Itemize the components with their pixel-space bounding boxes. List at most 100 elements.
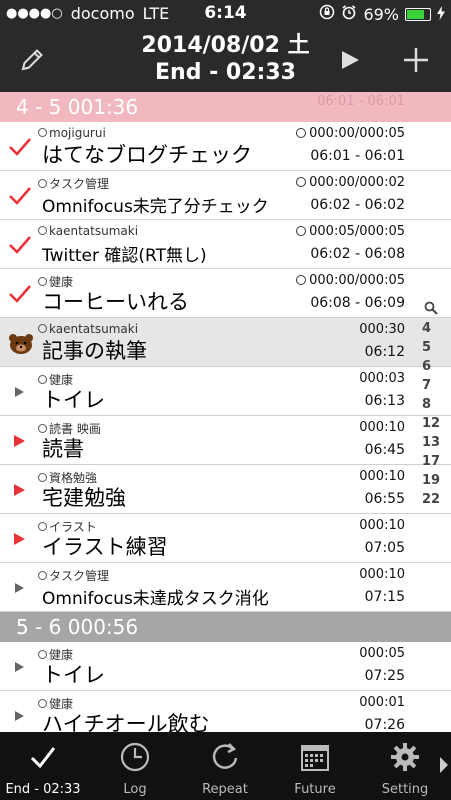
checkmark-icon — [0, 740, 86, 774]
task-name: ハイチオール飲む — [42, 712, 210, 732]
task-duration-text: 000:10 — [359, 420, 405, 435]
index-item[interactable]: 13 — [422, 433, 440, 452]
task-duration-text: 000:10 — [359, 469, 405, 484]
tab-repeat[interactable]: Repeat — [182, 732, 268, 800]
task-time: 06:08 - 06:09 — [310, 295, 405, 311]
status-bar: ●●●●○ docomo LTE 6:14 69% — [0, 0, 451, 26]
duration-ring-icon — [296, 226, 307, 236]
index-item[interactable]: 7 — [422, 376, 440, 395]
index-item[interactable]: 5 — [422, 338, 440, 357]
task-row[interactable]: kaentatsumaki Twitter 確認(RT無し) 000:05/000:… — [0, 220, 451, 269]
calendar-icon — [272, 740, 358, 774]
play-icon[interactable] — [8, 705, 32, 727]
task-row[interactable]: タスク管理 Omnifocus未達成タスク消化 000:10 07:15 — [0, 563, 451, 612]
category-ring-icon — [38, 571, 47, 580]
task-duration-text: 000:01 — [359, 695, 405, 710]
task-category: kaentatsumaki — [38, 322, 138, 336]
repeat-icon — [182, 740, 268, 774]
play-red-icon[interactable] — [8, 528, 32, 550]
check-icon[interactable] — [8, 283, 32, 305]
play-icon[interactable] — [8, 381, 32, 403]
section-ghost-time: 06:01 - 06:01 — [317, 94, 405, 109]
task-row[interactable]: 健康 ハイチオール飲む 000:01 07:26 — [0, 691, 451, 732]
task-category: mojigurui — [38, 126, 106, 140]
task-row[interactable]: 資格勉強 宅建勉強 000:10 06:55 — [0, 465, 451, 514]
task-name: トイレ — [42, 388, 105, 412]
task-category: タスク管理 — [38, 175, 109, 192]
tab-setting[interactable]: Setting — [362, 732, 448, 800]
task-row[interactable]: タスク管理 Omnifocus未完了分チェック 000:00/000:02 06:02… — [0, 171, 451, 220]
task-time: 07:05 — [364, 540, 405, 556]
task-time: 07:15 — [364, 589, 405, 605]
tab-end[interactable]: End - 02:33 — [0, 732, 86, 800]
tab-future[interactable]: Future — [272, 732, 358, 800]
index-item[interactable]: 8 — [422, 395, 440, 414]
task-name: トイレ — [42, 663, 105, 687]
task-name: Omnifocus未達成タスク消化 — [42, 589, 269, 609]
task-row[interactable]: イラスト イラスト練習 000:10 07:05 — [0, 514, 451, 563]
index-search-icon[interactable] — [424, 300, 438, 319]
task-name: Omnifocus未完了分チェック — [42, 197, 269, 217]
task-row[interactable]: mojigurui はてなブログチェック 000:00/000:05 06:01 - … — [0, 122, 451, 171]
bear-icon[interactable] — [8, 332, 33, 354]
check-icon[interactable] — [8, 234, 32, 256]
task-row[interactable]: 健康 コーヒーいれる 000:00/000:05 06:08 - 06:09 — [0, 269, 451, 318]
play-red-icon[interactable] — [8, 430, 32, 452]
task-duration-text: 000:10 — [359, 567, 405, 582]
tab-log[interactable]: Log — [92, 732, 178, 800]
task-name: 記事の執筆 — [42, 339, 147, 363]
tab-bar: End - 02:33 Log Repeat Future Setting — [0, 732, 451, 800]
task-row[interactable]: 健康 トイレ 000:05 07:25 — [0, 642, 451, 691]
index-item[interactable]: 4 — [422, 319, 440, 338]
task-duration-text: 000:10 — [359, 518, 405, 533]
category-ring-icon — [38, 179, 47, 188]
more-tabs-arrow-icon[interactable] — [439, 756, 449, 778]
index-item[interactable]: 17 — [422, 452, 440, 471]
section-title: 5 - 6 000:56 — [16, 615, 139, 639]
index-item[interactable]: 22 — [422, 490, 440, 509]
tab-label: Setting — [381, 782, 429, 797]
task-time: 06:02 - 06:02 — [310, 197, 405, 213]
task-duration-text: 000:00/000:05 — [309, 126, 405, 141]
tab-label: End - 02:33 — [5, 782, 81, 797]
task-list[interactable]: 4 - 5 001:36 06:01 - 06:01 mojigurui はてなブ… — [0, 92, 451, 732]
section-header[interactable]: 5 - 6 000:56 — [0, 612, 451, 642]
task-duration: 000:00/000:05 — [296, 273, 405, 288]
category-ring-icon — [38, 226, 47, 235]
task-row[interactable]: 健康 トイレ 000:03 06:13 — [0, 367, 451, 416]
rotation-lock-icon — [319, 4, 335, 24]
index-item[interactable]: 12 — [422, 414, 440, 433]
task-name: イラスト練習 — [42, 535, 168, 559]
task-duration: 000:10 — [359, 469, 405, 484]
category-ring-icon — [38, 650, 47, 659]
play-icon[interactable] — [8, 656, 32, 678]
task-duration-text: 000:00/000:05 — [309, 273, 405, 288]
section-index[interactable]: 4 5 6 7 8 12 13 17 19 22 — [411, 300, 451, 509]
play-red-icon[interactable] — [8, 479, 32, 501]
battery-percent: 69% — [363, 4, 399, 24]
task-category-text: タスク管理 — [49, 177, 110, 191]
category-ring-icon — [38, 277, 47, 286]
task-time: 06:13 — [364, 393, 405, 409]
index-item[interactable]: 19 — [422, 471, 440, 490]
check-icon[interactable] — [8, 185, 32, 207]
section-header[interactable]: 4 - 5 001:36 06:01 - 06:01 — [0, 92, 451, 122]
charging-icon — [437, 5, 445, 24]
task-row[interactable]: 読書 映画 読書 000:10 06:45 — [0, 416, 451, 465]
task-duration: 000:10 — [359, 518, 405, 533]
task-row[interactable]: kaentatsumaki 記事の執筆 000:30 06:12 — [0, 318, 451, 367]
page-title: 2014/08/02 土 End - 02:33 — [0, 32, 451, 86]
task-duration: 000:03 — [359, 371, 405, 386]
task-category-text: kaentatsumaki — [49, 322, 139, 336]
task-name: 読書 — [42, 437, 84, 461]
section-title: 4 - 5 001:36 — [16, 95, 139, 119]
index-item[interactable]: 6 — [422, 357, 440, 376]
end-time-label: End - 02:33 — [155, 60, 296, 85]
add-button[interactable] — [396, 40, 436, 80]
check-icon[interactable] — [8, 136, 32, 158]
play-icon[interactable] — [8, 577, 32, 599]
task-duration: 000:05 — [359, 646, 405, 661]
play-button[interactable] — [330, 40, 370, 80]
task-time: 06:12 — [364, 344, 405, 360]
task-duration: 000:00/000:02 — [296, 175, 405, 190]
